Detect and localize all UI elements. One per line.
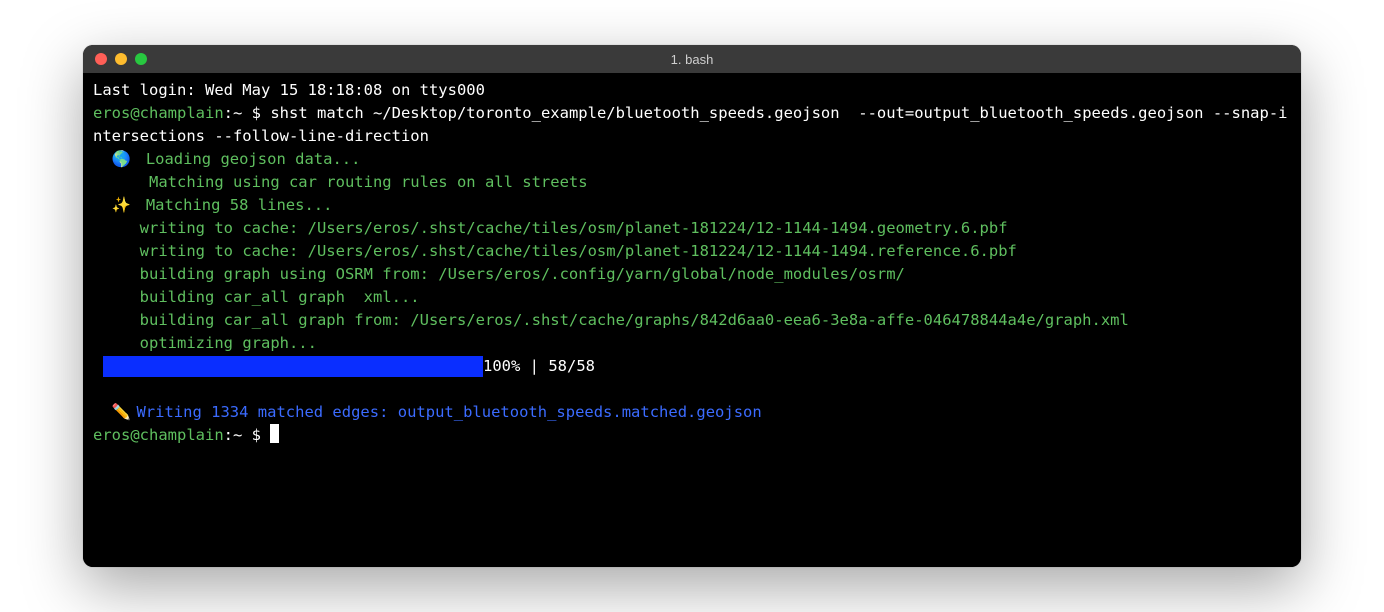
sparkles-icon: ✨ [112, 194, 137, 217]
osrm-line: building graph using OSRM from: /Users/e… [140, 265, 905, 283]
title-bar[interactable]: 1. bash [83, 45, 1301, 73]
minimize-icon[interactable] [115, 53, 127, 65]
graph-from-line: building car_all graph from: /Users/eros… [140, 311, 1129, 329]
globe-icon: 🌎 [112, 148, 137, 171]
window-title: 1. bash [83, 52, 1301, 67]
loading-line: Loading geojson data... [146, 150, 361, 168]
terminal-body[interactable]: Last login: Wed May 15 18:18:08 on ttys0… [83, 73, 1301, 567]
progress-row: 100% | 58/58 [103, 355, 1291, 378]
graph-xml-line: building car_all graph xml... [140, 288, 420, 306]
progress-label: 100% | 58/58 [483, 355, 595, 378]
cache-line-2: writing to cache: /Users/eros/.shst/cach… [140, 242, 1017, 260]
cache-line-1: writing to cache: /Users/eros/.shst/cach… [140, 219, 1008, 237]
prompt-user-host-2: eros@champlain [93, 426, 224, 444]
cursor [270, 424, 279, 443]
prompt-separator-2: :~ $ [224, 426, 271, 444]
prompt-user-host: eros@champlain [93, 104, 224, 122]
terminal-window: 1. bash Last login: Wed May 15 18:18:08 … [83, 45, 1301, 567]
command-text: shst match ~/Desktop/toronto_example/blu… [93, 104, 1288, 145]
traffic-lights [95, 53, 147, 65]
matching-lines-line: Matching 58 lines... [146, 196, 333, 214]
optimizing-line: optimizing graph... [140, 334, 317, 352]
result-line: Writing 1334 matched edges: output_bluet… [136, 403, 761, 421]
progress-bar [103, 356, 483, 377]
close-icon[interactable] [95, 53, 107, 65]
fullscreen-icon[interactable] [135, 53, 147, 65]
pencil-icon: ✏️ [112, 401, 137, 424]
matching-rules-line: Matching using car routing rules on all … [149, 173, 588, 191]
prompt-separator: :~ $ [224, 104, 271, 122]
last-login-line: Last login: Wed May 15 18:18:08 on ttys0… [93, 81, 485, 99]
